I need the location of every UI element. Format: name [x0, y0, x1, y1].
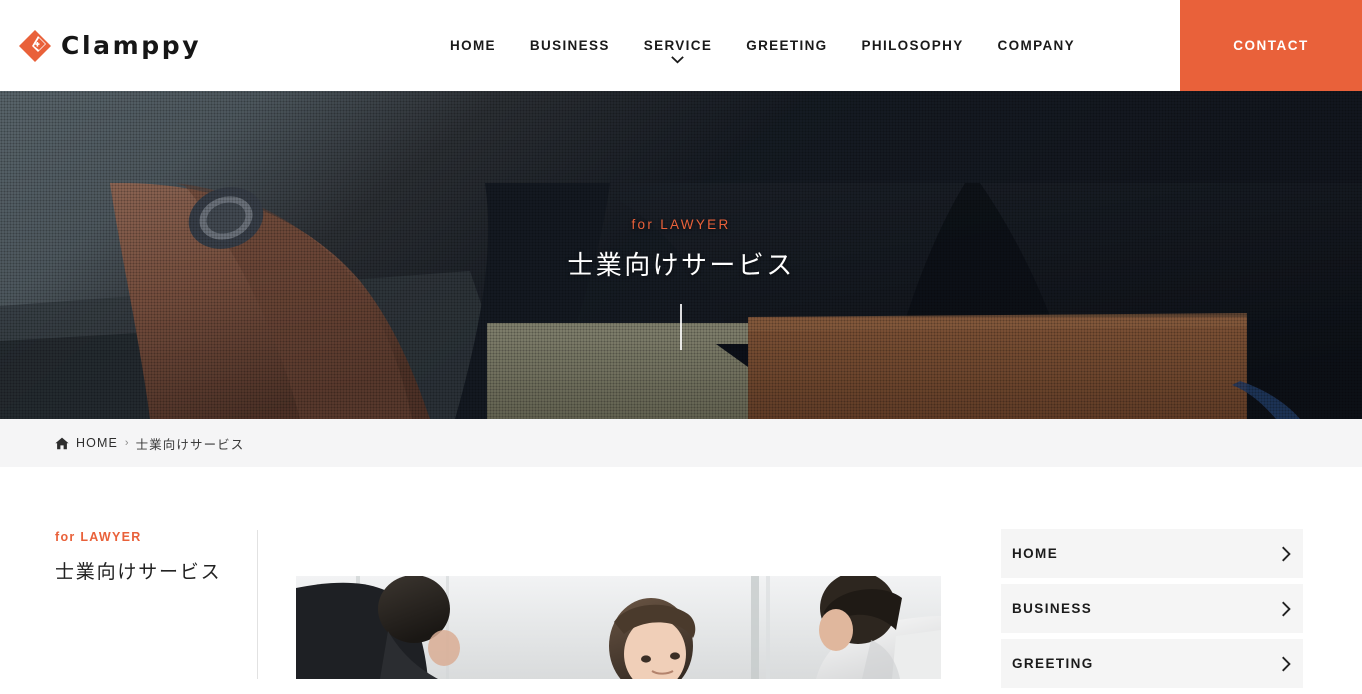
nav-item-business[interactable]: BUSINESS [513, 39, 627, 53]
chevron-down-icon [627, 55, 729, 67]
hero-title: 士業向けサービス [567, 251, 795, 281]
hero-divider-line [680, 304, 682, 350]
breadcrumb-bar: HOME › 士業向けサービス [0, 419, 1362, 467]
nav-item-company[interactable]: COMPANY [981, 39, 1092, 53]
sidebar-item-label: HOME [1012, 546, 1059, 561]
hero-content: for LAWYER 士業向けサービス [0, 91, 1362, 419]
hero-banner: for LAWYER 士業向けサービス [0, 91, 1362, 419]
sidebar-item-greeting[interactable]: GREETING [1001, 639, 1303, 688]
breadcrumb-current: 士業向けサービス [135, 436, 245, 452]
page-eyebrow: for LAWYER [55, 530, 142, 544]
diamond-logo-icon [18, 29, 52, 63]
main-navigation: HOME BUSINESS SERVICE GREETING PHILOSOPH… [430, 0, 1180, 91]
chevron-right-icon [1282, 656, 1291, 671]
nav-label: PHILOSOPHY [861, 37, 964, 53]
vertical-divider [257, 530, 258, 679]
nav-item-service[interactable]: SERVICE [627, 37, 729, 64]
breadcrumb-home-link[interactable]: HOME [76, 436, 118, 450]
site-header: Clamppy HOME BUSINESS SERVICE GREETING P… [0, 0, 1362, 91]
nav-item-greeting[interactable]: GREETING [729, 39, 844, 53]
nav-label: BUSINESS [529, 37, 610, 53]
nav-label: SERVICE [643, 37, 713, 53]
contact-button-label: CONTACT [1233, 38, 1309, 53]
side-menu: HOME BUSINESS GREETING [1001, 529, 1303, 694]
logo[interactable]: Clamppy [0, 0, 430, 91]
nav-label: HOME [450, 37, 496, 53]
office-meeting-photo [296, 576, 941, 679]
sidebar-item-label: GREETING [1012, 656, 1094, 671]
contact-button[interactable]: CONTACT [1180, 0, 1362, 91]
nav-label: COMPANY [997, 37, 1075, 53]
feature-image [296, 576, 941, 679]
logo-text: Clamppy [61, 31, 202, 60]
nav-label: GREETING [746, 37, 828, 53]
breadcrumb: HOME › 士業向けサービス [55, 419, 244, 467]
hero-eyebrow: for LAWYER [631, 217, 731, 232]
nav-item-philosophy[interactable]: PHILOSOPHY [845, 39, 981, 53]
page-title: 士業向けサービス [55, 561, 222, 583]
nav-item-home[interactable]: HOME [433, 39, 513, 53]
sidebar-item-business[interactable]: BUSINESS [1001, 584, 1303, 633]
page-heading-column: for LAWYER 士業向けサービス [55, 530, 245, 584]
chevron-right-icon [1282, 601, 1291, 616]
sidebar-item-home[interactable]: HOME [1001, 529, 1303, 578]
chevron-right-icon [1282, 546, 1291, 561]
sidebar-item-label: BUSINESS [1012, 601, 1093, 616]
breadcrumb-separator: › [124, 437, 129, 449]
home-icon[interactable] [55, 437, 69, 450]
main-content: for LAWYER 士業向けサービス HOME BUSINESS GREETI… [0, 467, 1362, 688]
